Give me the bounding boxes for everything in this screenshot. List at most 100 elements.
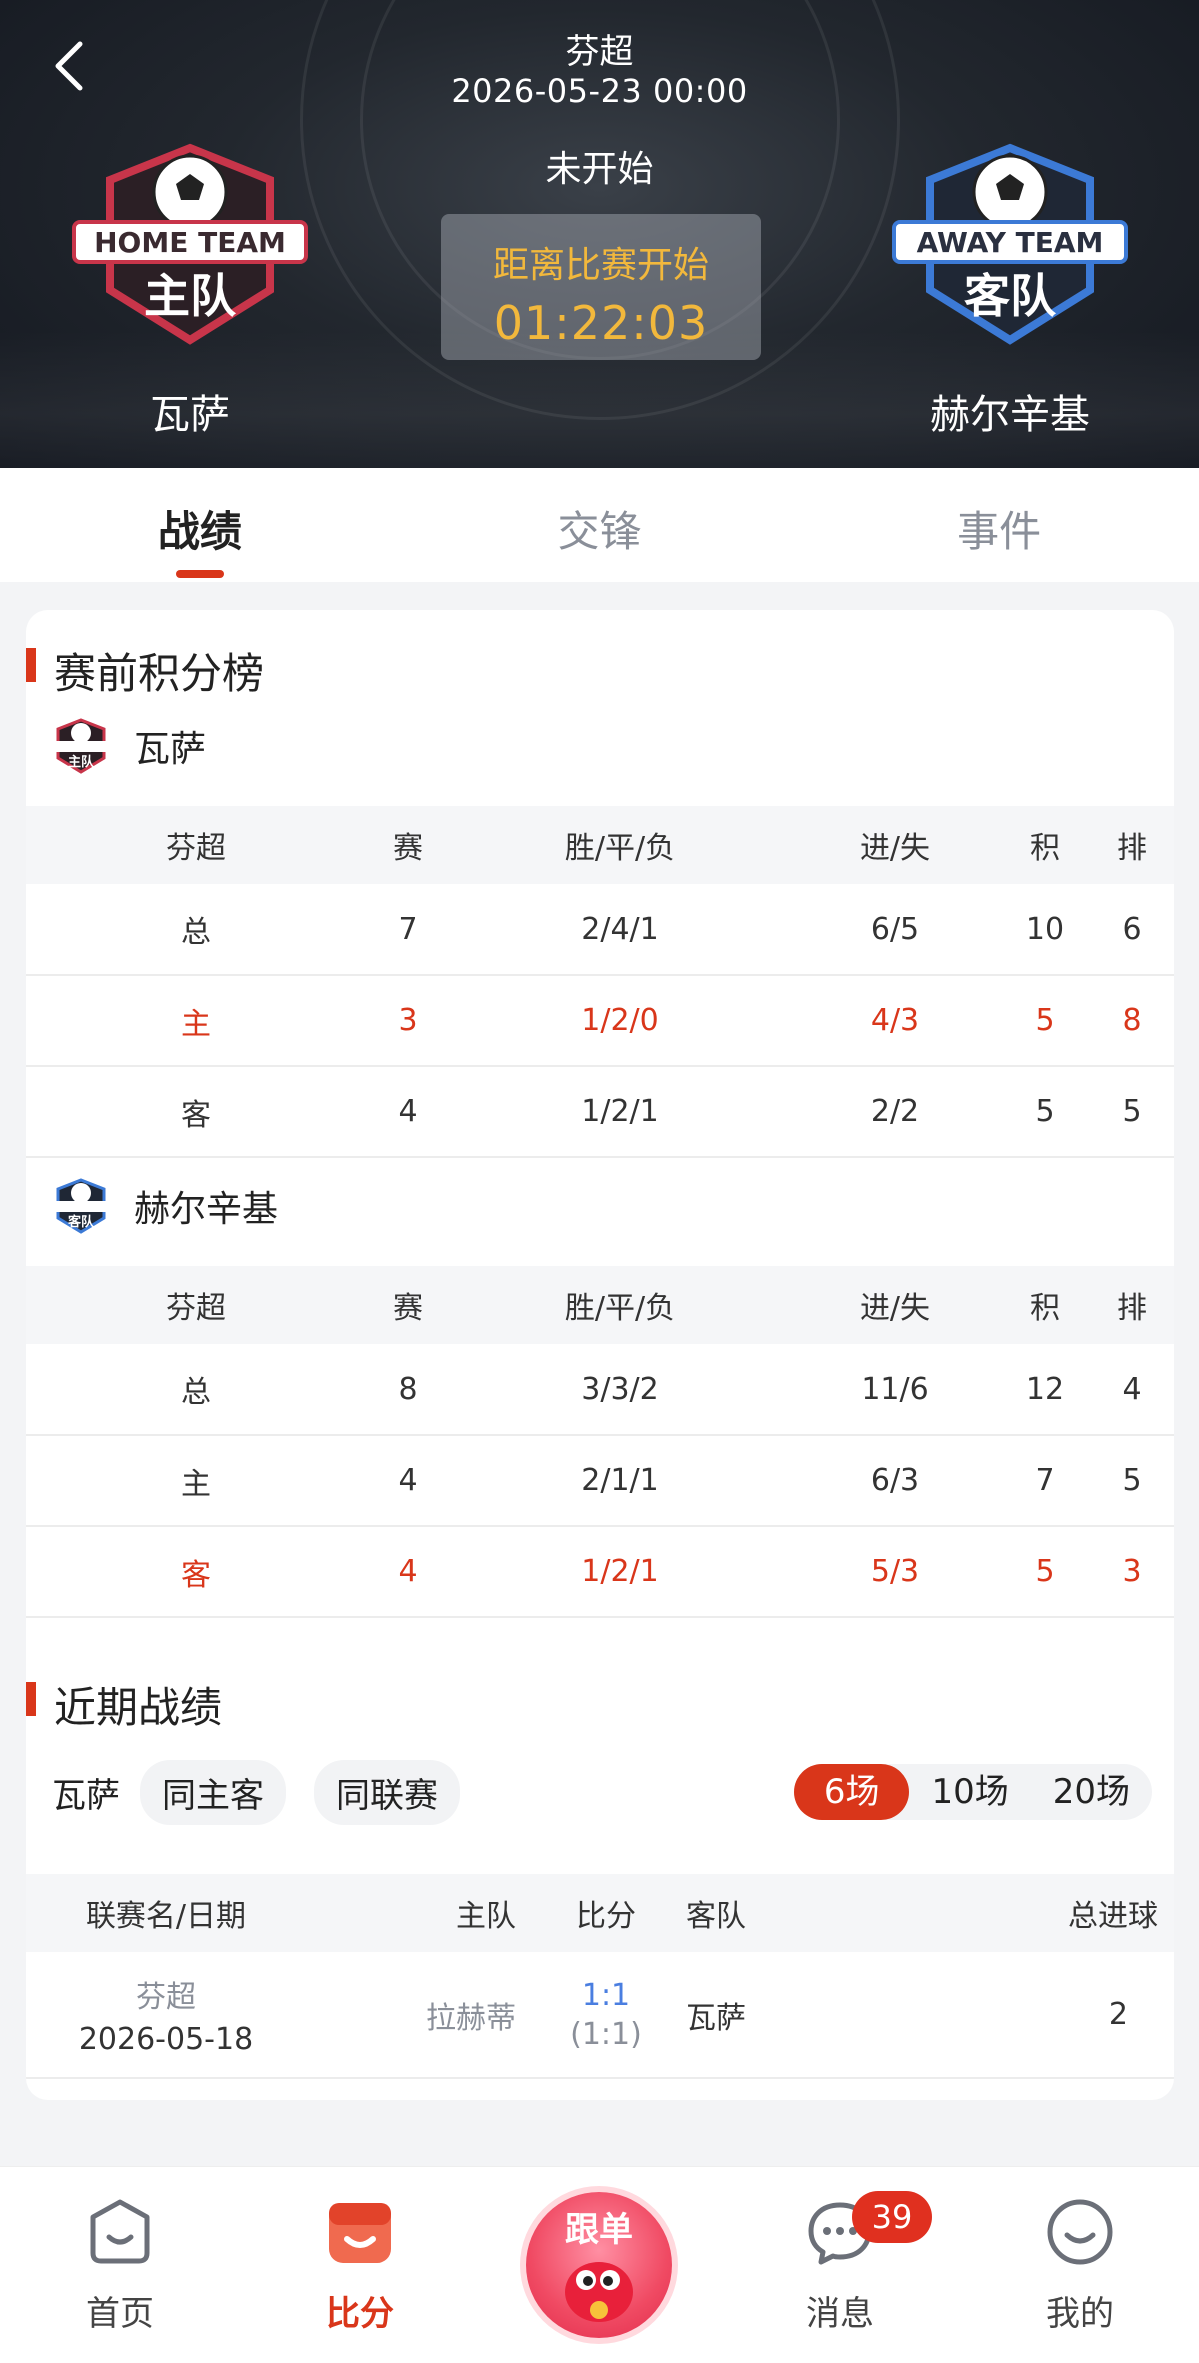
col-points: 积 (1000, 1266, 1090, 1344)
home-team-logo: HOME TEAM 主队 (72, 143, 308, 345)
away-team-name: 赫尔辛基 (930, 392, 1090, 438)
cell: 5/3 (790, 1526, 1000, 1618)
svg-text:HOME TEAM: HOME TEAM (94, 226, 286, 259)
countdown-box: 距离比赛开始 01:22:03 (441, 214, 761, 360)
recent-filters: 瓦萨 同主客 同联赛 6场 10场 20场 (52, 1759, 1152, 1825)
user-icon (1047, 2199, 1113, 2265)
cell: 4/3 (790, 975, 1000, 1067)
col-score: 比分 (546, 1874, 666, 1952)
nav-score[interactable]: 比分 (290, 2197, 430, 2335)
count-6-option[interactable]: 6场 (793, 1764, 910, 1820)
cell: 总 (26, 1344, 366, 1436)
col-goals: 进/失 (790, 806, 1000, 884)
recent-title-text: 近期战绩 (54, 1683, 223, 1732)
away-team-mini-logo: 客队 (51, 1178, 111, 1234)
nav-home-label: 首页 (86, 2294, 154, 2334)
tab-events-label: 事件 (957, 507, 1042, 556)
nav-mine[interactable]: 我的 (1010, 2197, 1150, 2335)
tab-record[interactable]: 战绩 (0, 468, 400, 582)
table-row-highlighted: 客 4 1/2/1 5/3 5 3 (26, 1526, 1174, 1618)
col-league: 芬超 (26, 806, 366, 884)
match-count-selector: 6场 10场 20场 (793, 1764, 1152, 1820)
away-team[interactable]: AWAY TEAM 客队 赫尔辛基 (880, 140, 1140, 440)
same-league-filter[interactable]: 同联赛 (314, 1759, 460, 1825)
table-row-highlighted: 主 3 1/2/0 4/3 5 8 (26, 975, 1174, 1067)
col-rank: 排 (1090, 1266, 1174, 1344)
score-cell: 1:1 (1:1) (546, 1952, 666, 2079)
svg-text:主队: 主队 (68, 754, 95, 770)
standings-away-team-name: 赫尔辛基 (134, 1189, 279, 1230)
league-name: 芬超 (565, 32, 634, 72)
match-datetime: 2026-05-23 00:00 (451, 72, 748, 110)
col-rank: 排 (1090, 806, 1174, 884)
cell: 4 (366, 1066, 450, 1158)
cell: 8 (1090, 975, 1174, 1067)
cell: 5 (1000, 1066, 1090, 1158)
cell: 11/6 (790, 1344, 1000, 1436)
scoreboard-icon (329, 2203, 391, 2263)
cell: 6/3 (790, 1435, 1000, 1527)
row-league: 芬超 (136, 1980, 196, 2015)
cell: 8 (366, 1344, 450, 1436)
countdown-label: 距离比赛开始 (492, 245, 709, 286)
cell: 1/2/1 (450, 1066, 790, 1158)
col-total-goals: 总进球 (946, 1874, 1174, 1952)
row-away-team: 瓦萨 (666, 1952, 946, 2079)
table-row: 总 8 3/3/2 11/6 12 4 (26, 1344, 1174, 1436)
col-goals: 进/失 (790, 1266, 1000, 1344)
tab-head-to-head[interactable]: 交锋 (400, 468, 800, 582)
cell: 5 (1000, 1526, 1090, 1618)
row-score: 1:1 (581, 1977, 631, 2013)
cell: 客 (26, 1526, 366, 1618)
col-league: 芬超 (26, 1266, 366, 1344)
table-row: 主 4 2/1/1 6/3 7 5 (26, 1435, 1174, 1527)
countdown-time: 01:22:03 (493, 296, 709, 350)
table-header-row: 芬超 赛 胜/平/负 进/失 积 排 (26, 1266, 1174, 1344)
cell: 6 (1090, 884, 1174, 976)
cell: 3 (1090, 1526, 1174, 1618)
count-10-option[interactable]: 10场 (909, 1764, 1030, 1820)
nav-messages[interactable]: 消息 39 (770, 2191, 932, 2335)
row-total-goals: 2 (946, 1952, 1174, 2079)
recent-team-name: 瓦萨 (52, 1775, 120, 1816)
tab-events[interactable]: 事件 (799, 468, 1199, 582)
cell: 4 (366, 1435, 450, 1527)
tab-bar: 战绩 交锋 事件 (0, 468, 1199, 582)
row-home-team: 拉赫蒂 (306, 1952, 546, 2079)
mascot-icon (565, 2262, 633, 2322)
nav-home[interactable]: 首页 (50, 2197, 190, 2335)
cell: 1/2/0 (450, 975, 790, 1067)
count-20-option[interactable]: 20场 (1031, 1764, 1152, 1820)
cell: 5 (1000, 975, 1090, 1067)
col-home: 主队 (306, 1874, 546, 1952)
table-row: 客 4 1/2/1 2/2 5 5 (26, 1066, 1174, 1158)
follow-bet-button[interactable]: 跟单 (526, 2192, 672, 2338)
col-played: 赛 (366, 1266, 450, 1344)
standings-title: 赛前积分榜 (26, 640, 264, 701)
cell: 4 (366, 1526, 450, 1618)
home-team-mini-logo: 主队 (51, 718, 111, 774)
home-icon (90, 2199, 150, 2264)
nav-messages-label: 消息 (806, 2294, 874, 2334)
same-venue-filter[interactable]: 同主客 (140, 1759, 286, 1825)
standings-title-text: 赛前积分榜 (54, 649, 265, 698)
cell: 7 (1000, 1435, 1090, 1527)
cell: 3/3/2 (450, 1344, 790, 1436)
league-date-cell: 芬超 2026-05-18 (26, 1952, 306, 2079)
cell: 7 (366, 884, 450, 976)
cell: 5 (1090, 1066, 1174, 1158)
cell: 6/5 (790, 884, 1000, 976)
table-row: 总 7 2/4/1 6/5 10 6 (26, 884, 1174, 976)
cell: 12 (1000, 1344, 1090, 1436)
svg-text:客队: 客队 (68, 1214, 95, 1230)
row-halftime-score: (1:1) (570, 2016, 642, 2052)
col-league-date: 联赛名/日期 (26, 1874, 306, 1952)
cell: 2/4/1 (450, 884, 790, 976)
match-header: 芬超 2026-05-23 00:00 未开始 距离比赛开始 01:22:03 … (0, 0, 1199, 468)
section-marker (26, 1682, 36, 1716)
away-standings-table: 芬超 赛 胜/平/负 进/失 积 排 总 8 3/3/2 11/6 12 4 主… (26, 1266, 1174, 1618)
table-row[interactable]: 芬超 2026-05-18 拉赫蒂 1:1 (1:1) 瓦萨 2 (26, 1952, 1174, 2079)
home-team[interactable]: HOME TEAM 主队 瓦萨 (60, 140, 320, 440)
col-wdl: 胜/平/负 (450, 806, 790, 884)
standings-home-team-name: 瓦萨 (134, 729, 207, 770)
